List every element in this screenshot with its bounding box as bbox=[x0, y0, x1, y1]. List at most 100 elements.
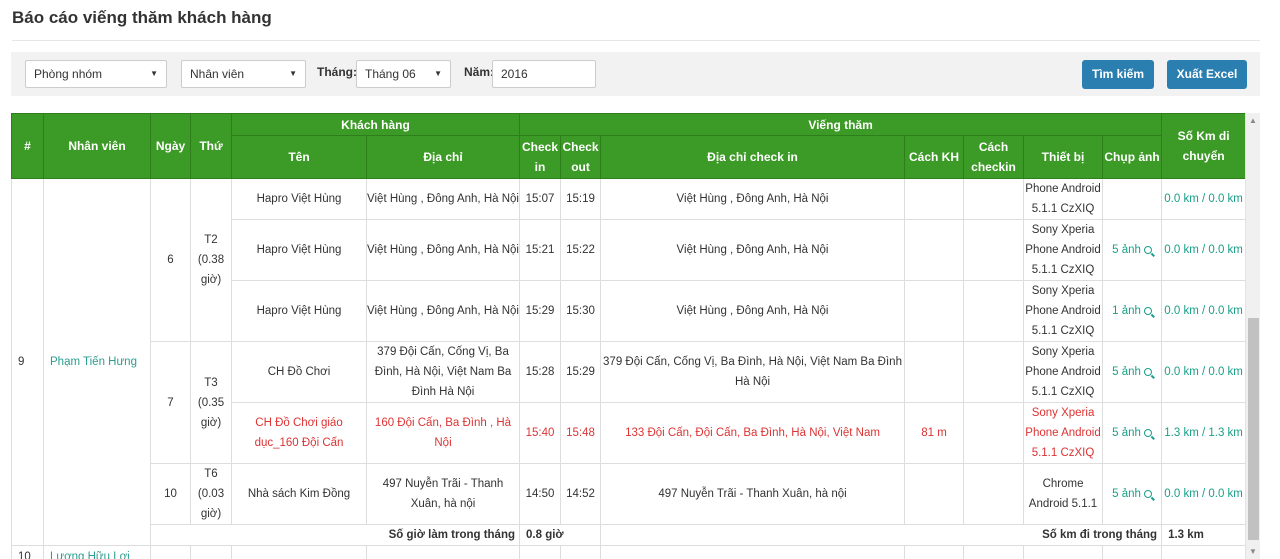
staff-name-link[interactable]: Phạm Tiến Hưng bbox=[43, 178, 151, 546]
staff-name-link[interactable]: Lương Hữu Lợi bbox=[43, 545, 151, 559]
year-input[interactable]: 2016 bbox=[492, 60, 596, 88]
header-checkin: Check in bbox=[519, 135, 562, 179]
customer-name: Nhà sách Kim Đồng bbox=[231, 463, 367, 525]
customer-address: Việt Hùng , Đông Anh, Hà Nội bbox=[365, 219, 521, 281]
customer-address: Việt Hùng , Đông Anh, Hà Nội bbox=[365, 280, 521, 342]
chevron-down-icon: ▼ bbox=[434, 69, 442, 78]
photo-link[interactable]: 5 ảnh bbox=[1102, 219, 1163, 281]
distance-kh bbox=[904, 341, 965, 403]
km-cell: 0.0 km / 0.0 km bbox=[1161, 463, 1245, 525]
search-icon bbox=[1143, 429, 1152, 437]
table-row: 10 Lương Hữu Lợi bbox=[11, 545, 1245, 559]
photo-link[interactable]: 5 ảnh bbox=[1102, 341, 1163, 403]
photo-cell bbox=[1102, 178, 1163, 220]
km-label: Số km đi trong tháng bbox=[600, 524, 1163, 546]
vertical-scrollbar[interactable]: ▲ ▼ bbox=[1245, 113, 1260, 559]
device: Sony Xperia Phone Android 5.1.1 CzXIQ bbox=[1023, 402, 1104, 464]
header-km: Số Km di chuyển bbox=[1161, 113, 1245, 179]
staff-select[interactable]: Nhân viên ▼ bbox=[181, 60, 306, 88]
header-checkin-address: Địa chỉ check in bbox=[600, 135, 906, 179]
year-label: Năm: bbox=[464, 65, 495, 79]
customer-address: 497 Nuyễn Trãi - Thanh Xuân, hà nội bbox=[365, 463, 521, 525]
checkin-address: 133 Đội Cấn, Đội Cấn, Ba Đình, Hà Nội, V… bbox=[600, 402, 906, 464]
photo-link[interactable]: 1 ảnh bbox=[1102, 280, 1163, 342]
checkin-address: Việt Hùng , Đông Anh, Hà Nội bbox=[600, 219, 906, 281]
distance-checkin bbox=[963, 402, 1025, 464]
km-cell: 0.0 km / 0.0 km bbox=[1161, 280, 1245, 342]
search-icon bbox=[1143, 368, 1152, 376]
hours-value: 0.8 giờ bbox=[519, 524, 602, 546]
header-distance-kh: Cách KH bbox=[904, 135, 965, 179]
hours-label: Số giờ làm trong tháng bbox=[149, 524, 521, 546]
header-photo: Chụp ảnh bbox=[1102, 135, 1163, 179]
search-icon bbox=[1143, 307, 1152, 315]
checkout-time: 15:30 bbox=[560, 280, 602, 342]
device: Chrome Android 5.1.1 bbox=[1023, 463, 1104, 525]
search-button[interactable]: Tìm kiếm bbox=[1082, 60, 1154, 89]
checkout-time: 15:29 bbox=[560, 341, 602, 403]
search-icon bbox=[1143, 490, 1152, 498]
header-distance-checkin: Cách checkin bbox=[963, 135, 1025, 179]
checkout-time: 14:52 bbox=[560, 463, 602, 525]
customer-name: Hapro Việt Hùng bbox=[231, 178, 367, 220]
scroll-down-icon[interactable]: ▼ bbox=[1249, 547, 1257, 556]
customer-address: 160 Đội Cấn, Ba Đình , Hà Nội bbox=[365, 402, 521, 464]
scrollbar-thumb[interactable] bbox=[1248, 318, 1259, 540]
distance-checkin bbox=[963, 280, 1025, 342]
chevron-down-icon: ▼ bbox=[289, 69, 297, 78]
header-name: Tên bbox=[231, 135, 367, 179]
distance-checkin bbox=[963, 219, 1025, 281]
checkin-address: 497 Nuyễn Trãi - Thanh Xuân, hà nội bbox=[600, 463, 906, 525]
km-cell: 0.0 km / 0.0 km bbox=[1161, 178, 1245, 220]
checkin-time: 15:29 bbox=[519, 280, 562, 342]
customer-name: CH Đồ Chơi giáo dục_160 Đội Cấn bbox=[231, 402, 367, 464]
scroll-up-icon[interactable]: ▲ bbox=[1249, 116, 1257, 125]
title-divider bbox=[12, 40, 1260, 41]
device: Sony Xperia Phone Android 5.1.1 CzXIQ bbox=[1023, 219, 1104, 281]
export-excel-button[interactable]: Xuất Excel bbox=[1167, 60, 1247, 89]
km-value: 1.3 km bbox=[1161, 524, 1245, 546]
filter-bar: Phòng nhóm ▼ Nhân viên ▼ Tháng: Tháng 06… bbox=[11, 52, 1260, 96]
checkin-address: Việt Hùng , Đông Anh, Hà Nội bbox=[600, 280, 906, 342]
header-device: Thiết bị bbox=[1023, 135, 1104, 179]
month-label: Tháng: bbox=[317, 65, 357, 79]
device: Sony Xperia Phone Android 5.1.1 CzXIQ bbox=[1023, 280, 1104, 342]
header-checkout: Check out bbox=[560, 135, 602, 179]
device: Phone Android 5.1.1 CzXIQ bbox=[1023, 178, 1104, 220]
checkin-time: 14:50 bbox=[519, 463, 562, 525]
table-row: 10 T6 (0.03 giờ) Nhà sách Kim Đồng 497 N… bbox=[12, 463, 1245, 525]
summary-row: Số giờ làm trong tháng 0.8 giờ Số km đi … bbox=[12, 524, 1245, 546]
checkout-time: 15:48 bbox=[560, 402, 602, 464]
search-icon bbox=[1143, 246, 1152, 254]
checkout-time: 15:19 bbox=[560, 178, 602, 220]
km-cell: 1.3 km / 1.3 km bbox=[1161, 402, 1245, 464]
device: Sony Xperia Phone Android 5.1.1 CzXIQ bbox=[1023, 341, 1104, 403]
distance-checkin bbox=[963, 178, 1025, 220]
customer-address: Việt Hùng , Đông Anh, Hà Nội bbox=[365, 178, 521, 220]
table-row: 7 T3 (0.35 giờ) CH Đồ Chơi 379 Đội Cấn, … bbox=[12, 341, 1245, 464]
day-cell: 6 bbox=[150, 178, 191, 342]
checkin-time: 15:28 bbox=[519, 341, 562, 403]
distance-kh bbox=[904, 178, 965, 220]
checkin-time: 15:21 bbox=[519, 219, 562, 281]
photo-link[interactable]: 5 ảnh bbox=[1102, 402, 1163, 464]
distance-kh bbox=[904, 219, 965, 281]
weekday-cell: T6 (0.03 giờ) bbox=[190, 463, 232, 525]
header-weekday: Thứ bbox=[190, 113, 232, 179]
distance-checkin bbox=[963, 341, 1025, 403]
header-day: Ngày bbox=[150, 113, 191, 179]
checkin-time: 15:40 bbox=[519, 402, 562, 464]
checkout-time: 15:22 bbox=[560, 219, 602, 281]
km-cell: 0.0 km / 0.0 km bbox=[1161, 219, 1245, 281]
day-cell: 10 bbox=[150, 463, 191, 525]
distance-checkin bbox=[963, 463, 1025, 525]
header-address: Địa chỉ bbox=[365, 135, 521, 179]
customer-name: CH Đồ Chơi bbox=[231, 341, 367, 403]
group-select[interactable]: Phòng nhóm ▼ bbox=[25, 60, 167, 88]
checkin-address: Việt Hùng , Đông Anh, Hà Nội bbox=[600, 178, 906, 220]
photo-link[interactable]: 5 ảnh bbox=[1102, 463, 1163, 525]
month-select[interactable]: Tháng 06 ▼ bbox=[356, 60, 451, 88]
distance-kh bbox=[904, 280, 965, 342]
checkin-time: 15:07 bbox=[519, 178, 562, 220]
header-customer-group: Khách hàng bbox=[230, 113, 521, 136]
